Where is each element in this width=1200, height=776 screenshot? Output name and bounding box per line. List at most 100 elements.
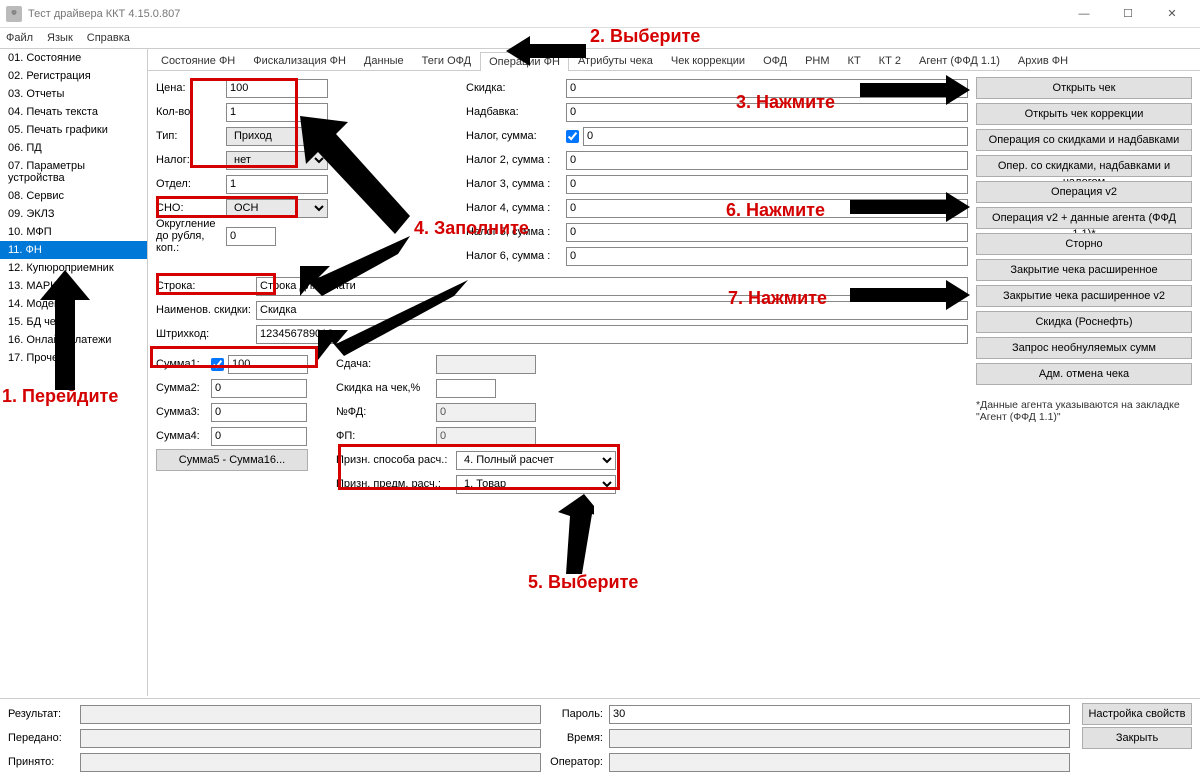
discount-rosneft-button[interactable]: Скидка (Роснефть): [976, 311, 1192, 333]
sidebar-item-2[interactable]: 03. Отчеты: [0, 85, 147, 103]
minimize-button[interactable]: —: [1062, 0, 1106, 28]
sidebar-item-8[interactable]: 09. ЭКЛЗ: [0, 205, 147, 223]
settings-button[interactable]: Настройка свойств: [1082, 703, 1192, 725]
label-fdnum: №ФД:: [336, 406, 436, 418]
sidebar-item-7[interactable]: 08. Сервис: [0, 187, 147, 205]
label-qty: Кол-во:: [156, 106, 226, 118]
open-correction-button[interactable]: Открыть чек коррекции: [976, 103, 1192, 125]
query-sums-button[interactable]: Запрос необнуляемых сумм: [976, 337, 1192, 359]
sidebar-item-14[interactable]: 15. БД чеков: [0, 313, 147, 331]
admin-cancel-button[interactable]: Адм. отмена чека: [976, 363, 1192, 385]
tax-select[interactable]: нет: [226, 151, 328, 170]
tax5-input[interactable]: [566, 223, 968, 242]
sum4-input[interactable]: [211, 427, 307, 446]
tab-2[interactable]: Данные: [355, 51, 413, 70]
tab-8[interactable]: РНМ: [796, 51, 838, 70]
label-discname: Наименов. скидки:: [156, 304, 256, 316]
tax3-input[interactable]: [566, 175, 968, 194]
type-select[interactable]: Приход: [226, 127, 328, 146]
round-input[interactable]: [226, 227, 276, 246]
fdnum-input: [436, 403, 536, 422]
close-app-button[interactable]: Закрыть: [1082, 727, 1192, 749]
op-v2-button[interactable]: Операция v2: [976, 181, 1192, 203]
receiptdisc-input[interactable]: [436, 379, 496, 398]
subjattr-select[interactable]: 1. Товар: [456, 475, 616, 494]
sidebar-item-11[interactable]: 12. Купюроприемник: [0, 259, 147, 277]
tab-1[interactable]: Фискализация ФН: [244, 51, 355, 70]
sidebar-item-3[interactable]: 04. Печать текста: [0, 103, 147, 121]
label-line: Строка:: [156, 280, 256, 292]
sidebar-item-6[interactable]: 07. Параметры устройства: [0, 157, 147, 187]
sidebar-item-0[interactable]: 01. Состояние: [0, 49, 147, 67]
tab-7[interactable]: ОФД: [754, 51, 796, 70]
sidebar-item-10[interactable]: 11. ФН: [0, 241, 147, 259]
tab-6[interactable]: Чек коррекции: [662, 51, 754, 70]
time-input: [609, 729, 1070, 748]
storno-button[interactable]: Сторно: [976, 233, 1192, 255]
sent-input: [80, 729, 541, 748]
label-oper: Оператор:: [547, 756, 603, 768]
tab-5[interactable]: Атрибуты чека: [569, 51, 662, 70]
sidebar-item-16[interactable]: 17. Прочее: [0, 349, 147, 367]
sidebar-item-15[interactable]: 16. Онлайн платежи: [0, 331, 147, 349]
payattr-select[interactable]: 4. Полный расчет: [456, 451, 616, 470]
label-round: Округление до рубля, коп.:: [156, 218, 226, 254]
taxsum-input[interactable]: [583, 127, 968, 146]
line-input[interactable]: [256, 277, 968, 296]
label-sum3: Сумма3:: [156, 406, 211, 418]
annotation-7: 7. Нажмите: [728, 288, 827, 309]
label-password: Пароль:: [547, 708, 603, 720]
close-button[interactable]: ✕: [1150, 0, 1194, 28]
maximize-button[interactable]: ☐: [1106, 0, 1150, 28]
sidebar-item-13[interactable]: 14. МодемК: [0, 295, 147, 313]
sidebar-item-1[interactable]: 02. Регистрация: [0, 67, 147, 85]
tabs: Состояние ФНФискализация ФНДанныеТеги ОФ…: [148, 49, 1200, 71]
tab-12[interactable]: Архив ФН: [1009, 51, 1077, 70]
op-v2-agent-button[interactable]: Операция v2 + данные агента (ФФД 1.1)*: [976, 207, 1192, 229]
price-input[interactable]: [226, 79, 328, 98]
sum3-input[interactable]: [211, 403, 307, 422]
dept-input[interactable]: [226, 175, 328, 194]
fp-input: [436, 427, 536, 446]
close-ext-v2-button[interactable]: Закрытие чека расширенное v2: [976, 285, 1192, 307]
label-time: Время:: [547, 732, 603, 744]
sidebar-item-12[interactable]: 13. МАРК-К: [0, 277, 147, 295]
tax2-input[interactable]: [566, 151, 968, 170]
agent-note: *Данные агента указываются на закладке "…: [976, 399, 1192, 423]
menu-file[interactable]: Файл: [6, 32, 33, 44]
sidebar-item-9[interactable]: 10. МФП: [0, 223, 147, 241]
label-tax: Налог:: [156, 154, 226, 166]
sidebar-item-5[interactable]: 06. ПД: [0, 139, 147, 157]
sidebar-item-4[interactable]: 05. Печать графики: [0, 121, 147, 139]
taxsum-checkbox[interactable]: [566, 130, 579, 143]
sum1-checkbox[interactable]: [211, 358, 224, 371]
menu-lang[interactable]: Язык: [47, 32, 73, 44]
sum1-input[interactable]: [228, 355, 308, 374]
qty-input[interactable]: [226, 103, 328, 122]
label-tax3: Налог 3, сумма :: [466, 178, 566, 190]
menu-help[interactable]: Справка: [87, 32, 130, 44]
tab-10[interactable]: КТ 2: [870, 51, 910, 70]
close-ext-button[interactable]: Закрытие чека расширенное: [976, 259, 1192, 281]
form-panel: Цена: Кол-во: Тип:Приход Налог:нет Отдел…: [156, 77, 968, 690]
tab-3[interactable]: Теги ОФД: [413, 51, 480, 70]
discname-input[interactable]: [256, 301, 968, 320]
tab-0[interactable]: Состояние ФН: [152, 51, 244, 70]
annotation-2: 2. Выберите: [590, 26, 700, 47]
op-discounts-button[interactable]: Операция со скидками и надбавками: [976, 129, 1192, 151]
sum2-input[interactable]: [211, 379, 307, 398]
tax6-input[interactable]: [566, 247, 968, 266]
tab-4[interactable]: Операции ФН: [480, 52, 569, 71]
sidebar: 01. Состояние02. Регистрация03. Отчеты04…: [0, 49, 148, 696]
barcode-input[interactable]: [256, 325, 968, 344]
sno-select[interactable]: ОСН: [226, 199, 328, 218]
password-input[interactable]: [609, 705, 1070, 724]
tab-11[interactable]: Агент (ФФД 1.1): [910, 51, 1009, 70]
tab-9[interactable]: КТ: [839, 51, 870, 70]
action-button-panel: Открыть чек Открыть чек коррекции Операц…: [976, 77, 1192, 690]
titlebar: Тест драйвера ККТ 4.15.0.807 — ☐ ✕: [0, 0, 1200, 28]
label-type: Тип:: [156, 130, 226, 142]
sum5-button[interactable]: Сумма5 - Сумма16...: [156, 449, 308, 471]
op-discounts-tax-button[interactable]: Опер. со скидками, надбавками и налогом: [976, 155, 1192, 177]
open-receipt-button[interactable]: Открыть чек: [976, 77, 1192, 99]
